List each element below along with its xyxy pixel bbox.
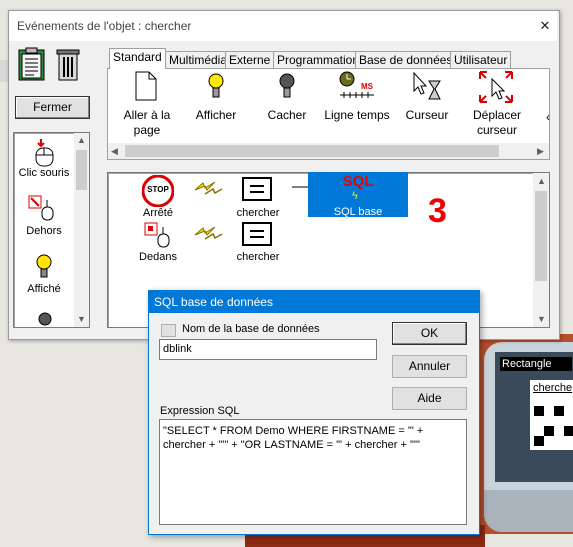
event-item-affiche[interactable]: Affiché <box>15 283 73 295</box>
deplacer-line2: curseur <box>476 123 517 137</box>
toolbar-scroll-right-icon[interactable]: ▶ <box>537 146 544 157</box>
close-button[interactable]: ✕ <box>535 16 555 36</box>
row1-lightning-icon <box>193 180 223 198</box>
events-window-title: Evénements de l'objet : chercher <box>17 19 192 33</box>
trash-icon[interactable] <box>56 47 80 81</box>
toolbar-item-cacher[interactable]: Cacher <box>260 108 314 123</box>
tab-utilisateur[interactable]: Utilisateur <box>450 51 512 68</box>
sql-lightning-icon: ϟ <box>352 190 358 202</box>
toolbar-scroll-thumb[interactable] <box>125 145 499 157</box>
tab-base-de-donnees[interactable]: Base de données <box>355 51 457 68</box>
row2-lightning-icon <box>193 225 223 243</box>
toolbar-scroll-left-icon[interactable]: ◀ <box>111 146 118 157</box>
row2-object-icon[interactable] <box>242 222 272 246</box>
background-device-bottom <box>484 490 573 532</box>
sql-expression-label: Expression SQL <box>160 405 240 417</box>
row2-object-label[interactable]: chercher <box>232 251 284 263</box>
lightbulb-off-icon[interactable] <box>38 312 52 328</box>
toolbar-item-curseur[interactable]: Curseur <box>400 108 454 123</box>
sql-action-title: SQL <box>342 173 374 190</box>
toolbar-overflow-mark: ‹ <box>546 110 550 124</box>
row1-event-label[interactable]: Arrêté <box>134 207 182 219</box>
stop-icon-text: STOP <box>147 185 169 194</box>
sql-action-label: SQL base <box>333 206 383 218</box>
aller-page-line1: Aller à la <box>123 108 171 122</box>
aide-button[interactable]: Aide <box>392 387 467 410</box>
tab-standard[interactable]: Standard <box>109 48 166 69</box>
db-name-checkbox[interactable] <box>161 324 176 337</box>
aller-page-line2: page <box>133 123 161 137</box>
timeline-ms-text: MS <box>361 82 373 91</box>
toolbar-item-afficher[interactable]: Afficher <box>188 108 244 123</box>
afficher-bulb-icon[interactable] <box>208 73 224 101</box>
db-name-input[interactable]: dblink <box>159 339 377 360</box>
background-checker <box>534 396 573 446</box>
page-icon[interactable] <box>135 71 157 101</box>
tab-multimedia[interactable]: Multimédia <box>165 51 232 68</box>
annotation-number: 3 <box>428 192 447 230</box>
annuler-button[interactable]: Annuler <box>392 355 467 378</box>
deplacer-line1: Déplacer <box>472 108 522 122</box>
toolbar-item-ligne-temps[interactable]: Ligne temps <box>320 108 394 123</box>
toolbar-item-aller-page[interactable]: Aller à la page <box>117 108 177 138</box>
sql-expression-textarea[interactable]: "SELECT * FROM Demo WHERE FIRSTNAME = '"… <box>159 419 467 525</box>
db-name-checkbox-label: Nom de la base de données <box>182 323 320 335</box>
clipboard-icon[interactable] <box>18 47 45 81</box>
script-scroll-thumb[interactable] <box>535 191 547 281</box>
event-list-scroll-down-icon[interactable]: ▼ <box>77 314 86 324</box>
tab-programmation[interactable]: Programmation <box>273 51 364 68</box>
event-list-scroll-up-icon[interactable]: ▲ <box>77 135 86 145</box>
script-scroll-up-icon[interactable]: ▲ <box>537 176 546 186</box>
row1-object-label[interactable]: chercher <box>232 207 284 219</box>
event-list-scroll-thumb[interactable] <box>76 150 87 190</box>
mouse-click-icon[interactable] <box>31 137 57 167</box>
sql-dialog-title: SQL base de données <box>154 295 273 309</box>
background-rectangle-label: Rectangle <box>500 357 572 371</box>
mouse-in-icon[interactable] <box>143 221 173 249</box>
row1-object-icon[interactable] <box>242 177 272 201</box>
event-item-dehors[interactable]: Dehors <box>15 225 73 237</box>
background-chercher-label: cherche <box>533 382 573 394</box>
cacher-bulb-icon[interactable] <box>279 73 295 101</box>
ok-button[interactable]: OK <box>392 322 467 345</box>
row2-event-label[interactable]: Dedans <box>134 251 182 263</box>
tab-externe[interactable]: Externe <box>225 51 275 68</box>
event-item-clic-souris[interactable]: Clic souris <box>15 167 73 179</box>
toolbar-item-deplacer-curseur[interactable]: Déplacer curseur <box>466 108 528 138</box>
cursor-hourglass-icon[interactable] <box>412 71 442 101</box>
move-cursor-icon[interactable] <box>478 70 514 104</box>
fermer-button[interactable]: Fermer <box>15 96 90 119</box>
script-scroll-down-icon[interactable]: ▼ <box>537 314 546 324</box>
mouse-out-icon[interactable] <box>27 194 57 222</box>
lightbulb-on-icon[interactable] <box>36 254 52 280</box>
